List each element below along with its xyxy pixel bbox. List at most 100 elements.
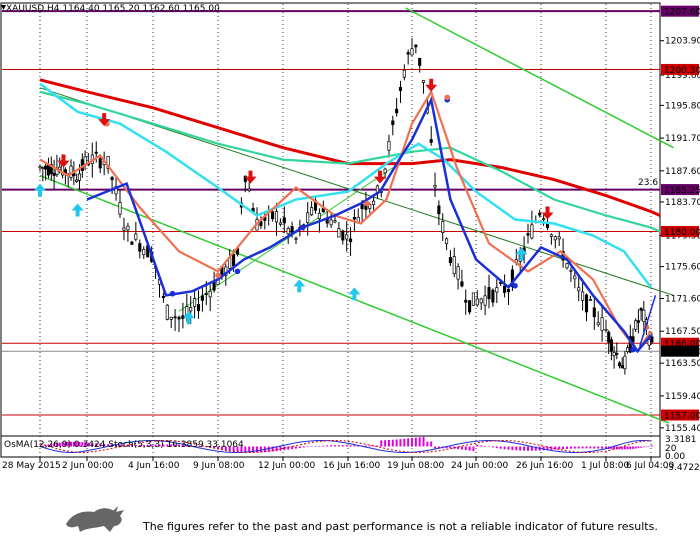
candle-body (286, 228, 290, 235)
time-tick-label: 4 Jun 16:00 (128, 461, 180, 471)
candle-body (530, 224, 534, 239)
ma-dot (630, 346, 636, 353)
candle-body (349, 238, 353, 243)
osma-bar (349, 445, 352, 447)
candle-body (584, 294, 589, 313)
candle-body (456, 266, 460, 280)
time-tick-label: 19 Jun 08:00 (387, 461, 444, 471)
osma-bar (244, 446, 247, 453)
osma-bar (472, 446, 475, 452)
osma-bar (585, 446, 588, 449)
candle-body (549, 234, 553, 237)
candle-body (414, 44, 418, 48)
osma-bar (480, 445, 483, 447)
candle-body (196, 304, 201, 312)
candle-body (406, 52, 410, 55)
candle-body (452, 256, 456, 275)
price-badge-label: 1180.00 (664, 228, 700, 238)
osma-bar (364, 445, 367, 447)
candle-body (612, 352, 616, 357)
osma-bar (634, 446, 637, 449)
osma-bar (488, 446, 490, 447)
osma-bar (589, 446, 592, 449)
candle-body (98, 158, 102, 169)
candle-body (623, 355, 627, 370)
time-tick-label: 12 Jun 00:00 (258, 461, 315, 471)
osma-bar (581, 446, 584, 449)
candle-body (310, 207, 314, 216)
osma-bar (256, 446, 258, 453)
candle-body (460, 281, 464, 287)
candle-body (620, 365, 624, 369)
osma-bar (464, 446, 467, 451)
candle-body (391, 120, 395, 126)
ma-dot (444, 94, 451, 101)
time-tick-label: 1 Jul 08:00 (581, 461, 630, 471)
candle-body (471, 292, 475, 306)
osma-bar (291, 446, 294, 450)
osma-bar (507, 446, 510, 450)
candle-body (577, 287, 581, 292)
candle-body (165, 304, 169, 320)
osma-bar (626, 446, 629, 450)
candle-body (189, 307, 193, 312)
price-badge-label: 1157.00 (664, 412, 700, 422)
candle-body (83, 156, 87, 165)
candle-body (122, 227, 126, 231)
osma-bar (395, 439, 398, 447)
osma-bar (491, 446, 494, 448)
price-badge-label: 1207.60 (664, 8, 700, 18)
candle-body (491, 289, 495, 303)
candle-body (41, 167, 45, 169)
osma-bar (468, 446, 471, 451)
candle-body (193, 298, 197, 307)
osma-bar (542, 446, 545, 451)
candle-body (565, 263, 569, 269)
candle-body (402, 69, 406, 78)
candle-body (169, 316, 173, 320)
candle-body (247, 188, 251, 192)
osma-bar (637, 446, 640, 449)
candle-body (588, 299, 592, 301)
candle-body (274, 211, 279, 223)
time-tick-label: 26 Jun 16:00 (516, 461, 573, 471)
osma-bar (434, 446, 437, 449)
candle-body (126, 225, 130, 231)
candle-body (639, 308, 643, 311)
osma-bar (295, 446, 297, 449)
fibo-23-6-label: 23.6 (638, 178, 658, 188)
candle-body (495, 287, 499, 293)
candle-body (433, 185, 437, 188)
time-tick-label: 2 Jun 00:00 (62, 461, 114, 471)
osma-bar (414, 437, 417, 447)
candle-body (387, 140, 391, 151)
candle-body (46, 164, 51, 176)
candle-body (468, 300, 472, 313)
osma-bar (476, 444, 479, 447)
osma-bar (515, 446, 518, 451)
candle-body (142, 249, 146, 256)
candle-body (204, 293, 208, 296)
candle-body (615, 353, 619, 355)
price-chart[interactable]: XAUUSD,H4 1164.40 1165.20 1162.60 1165.0… (0, 0, 700, 472)
osma-bar (310, 446, 313, 447)
time-tick-label: 16 Jun 16:00 (323, 461, 380, 471)
osma-bar (511, 446, 514, 451)
candle-body (94, 151, 98, 154)
candle-body (69, 165, 73, 178)
osma-bar (640, 446, 643, 448)
time-tick-label: 28 May 2015 (2, 461, 61, 471)
candle-body (573, 275, 577, 280)
candle-body (626, 347, 630, 352)
candle-body (271, 211, 275, 219)
ma-dot (215, 272, 221, 279)
price-badge-label: 1165.00 (664, 348, 700, 358)
osma-bar (380, 440, 383, 447)
candle-body (503, 285, 507, 293)
osma-bar (573, 446, 576, 449)
candle-body (337, 228, 341, 238)
candle-body (177, 316, 181, 320)
osma-bar (341, 445, 344, 447)
candle-body (448, 257, 452, 263)
osma-bar (314, 446, 317, 447)
